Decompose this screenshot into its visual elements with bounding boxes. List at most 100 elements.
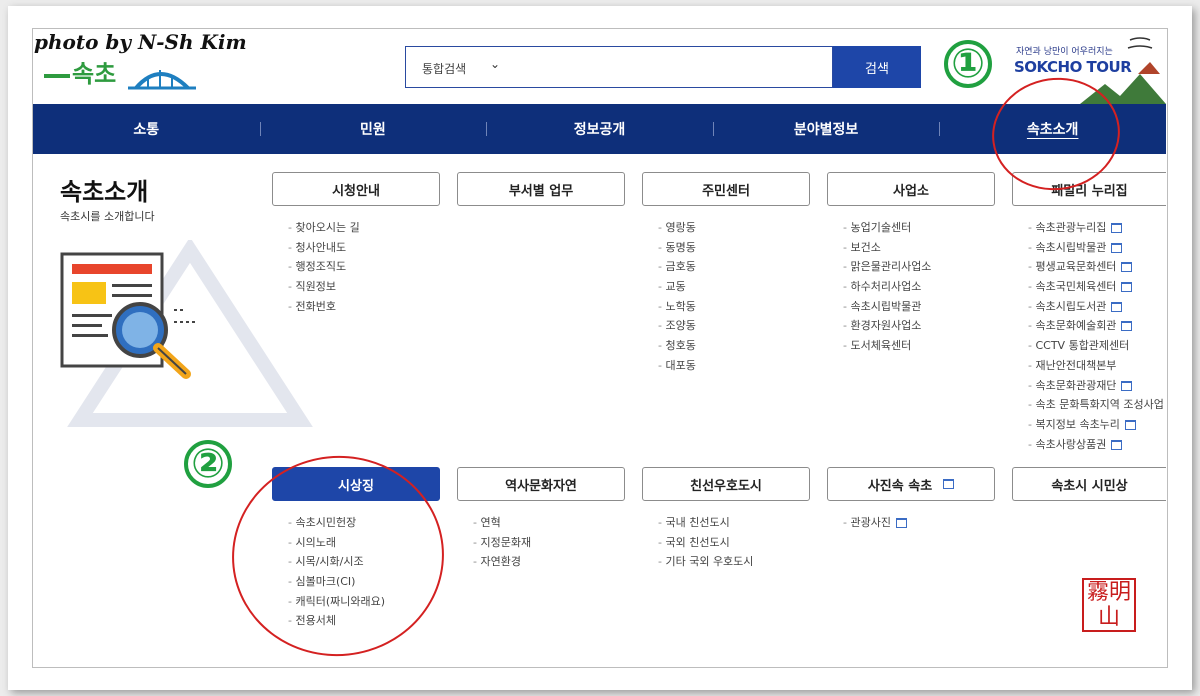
list-item[interactable]: 평생교육문화센터 — [1028, 257, 1164, 277]
list-item[interactable]: 속초시립박물관 — [1028, 238, 1164, 258]
nav-label: 정보공개 — [573, 122, 626, 138]
list-item[interactable]: 보건소 — [843, 238, 931, 258]
annotation-marker-2: ② — [184, 440, 232, 488]
list-item[interactable]: 하수처리사업소 — [843, 277, 931, 297]
new-window-icon — [1111, 301, 1123, 312]
category-citizen-award[interactable]: 속초시 시민상 — [1012, 467, 1166, 501]
category-label: 친선우호도시 — [690, 478, 762, 494]
photos-list: 관광사진 — [843, 513, 907, 533]
list-item[interactable]: 복지정보 속초누리 — [1028, 415, 1164, 435]
list-item-label: 평생교육문화센터 — [1035, 260, 1117, 274]
list-item-label: 재난안전대책본부 — [1035, 358, 1117, 372]
list-item[interactable]: 속초문화예술회관 — [1028, 316, 1164, 336]
list-item-label: 속초문화예술회관 — [1035, 319, 1117, 333]
list-item[interactable]: 지정문화재 — [473, 533, 531, 553]
category-history-culture-nature[interactable]: 역사문화자연 — [457, 467, 625, 501]
search-input[interactable] — [516, 53, 820, 83]
category-label: 역사문화자연 — [505, 478, 577, 494]
list-item[interactable]: 맑은물관리사업소 — [843, 257, 931, 277]
list-item-label: 속초관광누리집 — [1035, 221, 1107, 234]
list-item[interactable]: 속초시립도서관 — [1028, 297, 1164, 317]
list-item-label: 속초시립도서관 — [1035, 299, 1107, 313]
sokcho-logo[interactable]: 속초 — [40, 54, 200, 98]
list-item[interactable]: 국내 친선도시 — [658, 513, 753, 533]
category-community-centers[interactable]: 주민센터 — [642, 172, 810, 206]
list-item[interactable]: 농업기술센터 — [843, 218, 931, 238]
list-item[interactable]: CCTV 통합관제센터 — [1028, 336, 1164, 356]
community-centers-list: 영랑동 동명동 금호동 교동 노학동 조양동 청호동 대포동 — [658, 218, 696, 376]
search-box: 통합검색 ⌄ — [405, 46, 833, 88]
logo-text: 속초 — [72, 60, 116, 88]
list-item[interactable]: 청호동 — [658, 336, 695, 356]
search-scope-select[interactable]: 통합검색 — [422, 60, 466, 77]
list-item[interactable]: 속초문화관광재단 — [1028, 376, 1164, 396]
list-item[interactable]: 청사안내도 — [288, 238, 360, 258]
list-item[interactable]: 직원정보 — [288, 277, 360, 297]
nav-item-field-info[interactable]: 분야별정보 — [712, 104, 940, 154]
new-window-icon — [1111, 242, 1123, 253]
nav-item-information[interactable]: 정보공개 — [486, 104, 713, 154]
list-item[interactable]: 찾아오시는 길 — [288, 218, 359, 238]
list-item[interactable]: 속초사랑상품권 — [1028, 435, 1164, 455]
annotation-marker-1: ① — [944, 40, 992, 88]
list-item[interactable]: 전화번호 — [288, 297, 360, 317]
list-item-label: 속초사랑상품권 — [1035, 437, 1107, 451]
artist-seal: 霧明山 — [1082, 578, 1136, 632]
list-item[interactable]: 기타 국외 우호도시 — [658, 552, 753, 572]
category-label: 시청안내 — [332, 183, 380, 199]
new-window-icon — [1111, 223, 1123, 233]
list-item-label: 속초시립박물관 — [1035, 240, 1107, 254]
list-item[interactable]: 대포동 — [658, 356, 695, 376]
category-sister-cities[interactable]: 친선우호도시 — [642, 467, 810, 501]
family-sites-list: 속초관광누리집 속초시립박물관 평생교육문화센터 속초국민체육센터 속초시립도서… — [1028, 218, 1164, 455]
list-item[interactable]: 속초관광누리집 — [1028, 218, 1164, 238]
list-item-label: 속초 문화특화지역 조성사업 — [1035, 398, 1164, 412]
list-item[interactable]: 재난안전대책본부 — [1028, 356, 1164, 376]
list-item[interactable]: 관광사진 — [843, 513, 907, 533]
list-item-label: 속초문화관광재단 — [1035, 378, 1117, 392]
list-item[interactable]: 동명동 — [658, 238, 695, 258]
list-item[interactable]: 속초국민체육센터 — [1028, 277, 1164, 297]
list-item[interactable]: 행정조직도 — [288, 257, 360, 277]
list-item[interactable]: 영랑동 — [658, 218, 695, 238]
chevron-down-icon[interactable]: ⌄ — [490, 57, 500, 71]
list-item[interactable]: 교동 — [658, 277, 696, 297]
nav-label: 민원 — [360, 122, 386, 138]
category-department-work[interactable]: 부서별 업무 — [457, 172, 625, 206]
list-item[interactable]: 도서체육센터 — [843, 336, 931, 356]
sokcho-logo-icon: 속초 — [44, 60, 196, 90]
category-city-hall-guide[interactable]: 시청안내 — [272, 172, 440, 206]
list-item-label: 속초국민체육센터 — [1035, 280, 1117, 294]
new-window-icon — [1121, 321, 1133, 332]
nav-label: 분야별정보 — [793, 122, 859, 138]
category-label: 주민센터 — [702, 183, 750, 199]
category-label: 사진속 속초 — [867, 478, 933, 494]
list-item[interactable]: 노학동 — [658, 297, 695, 317]
category-photos[interactable]: 사진속 속초 — [827, 467, 995, 501]
new-window-icon — [895, 518, 907, 528]
category-label: 부서별 업무 — [508, 183, 574, 199]
section-title: 속초소개 — [60, 178, 149, 206]
magnifier-document-icon — [60, 252, 196, 379]
photo-credit: photo by N-Sh Kim — [34, 30, 247, 54]
list-item[interactable]: 금호동 — [658, 257, 695, 277]
search-button[interactable]: 검색 — [833, 46, 921, 88]
category-offices[interactable]: 사업소 — [827, 172, 995, 206]
new-window-icon — [1121, 380, 1133, 391]
new-window-icon — [1111, 439, 1123, 450]
new-window-icon — [1121, 262, 1133, 273]
list-item[interactable]: 자연환경 — [473, 552, 531, 572]
list-item[interactable]: 속초시립박물관 — [843, 297, 931, 317]
sister-cities-list: 국내 친선도시 국외 친선도시 기타 국외 우호도시 — [658, 513, 753, 572]
city-hall-guide-list: 찾아오시는 길 청사안내도 행정조직도 직원정보 전화번호 — [288, 218, 360, 317]
list-item[interactable]: 조양동 — [658, 316, 695, 336]
nav-item-civil-service[interactable]: 민원 — [259, 104, 487, 154]
nav-label: 소통 — [133, 122, 160, 138]
new-window-icon — [943, 479, 955, 489]
list-item[interactable]: 환경자원사업소 — [843, 316, 931, 336]
list-item[interactable]: 국외 친선도시 — [658, 533, 753, 553]
list-item[interactable]: 연혁 — [473, 513, 531, 533]
nav-item-communication[interactable]: 소통 — [33, 104, 260, 154]
new-window-icon — [1121, 282, 1133, 293]
list-item[interactable]: 속초 문화특화지역 조성사업 — [1028, 395, 1164, 415]
